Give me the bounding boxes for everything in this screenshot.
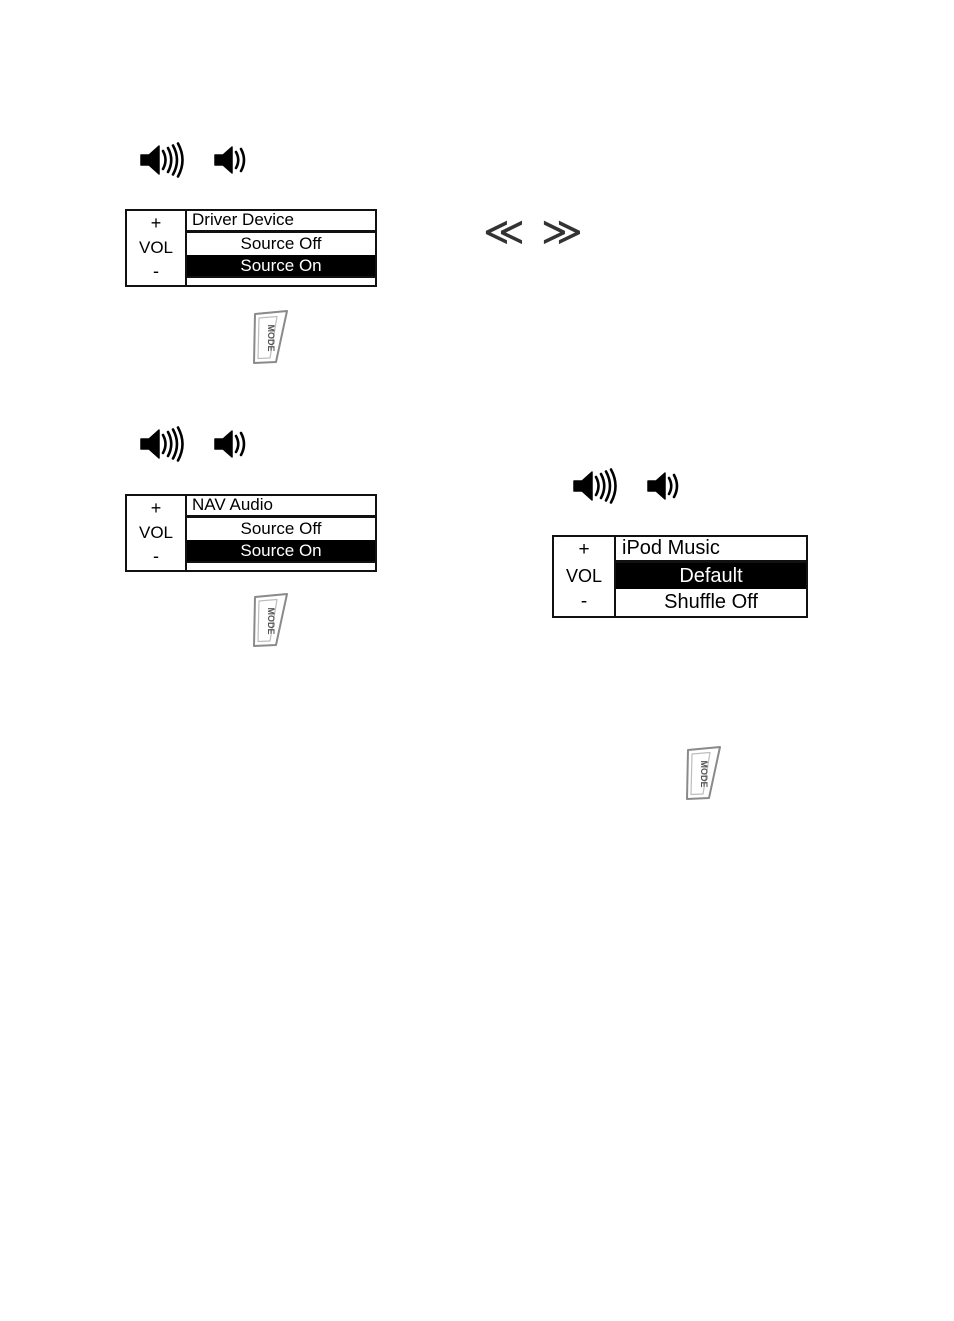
speaker-volume-down-icon[interactable] (644, 468, 684, 504)
display-panel-nav-audio: + VOL - NAV Audio Source Off Source On (125, 494, 377, 572)
display-panel-driver-device: + VOL - Driver Device Source Off Source … (125, 209, 377, 287)
volume-icons-ipod-music (570, 466, 684, 506)
volume-plus-label: + (150, 498, 162, 518)
menu-list: Driver Device Source Off Source On (187, 211, 375, 285)
speaker-volume-up-icon[interactable] (137, 140, 185, 180)
menu-option-source-on[interactable]: Source On (187, 539, 375, 562)
volume-icons-driver-device (137, 140, 251, 180)
mode-button-label: MODE (266, 608, 276, 635)
display-panel-ipod-music: + VOL - iPod Music Default Shuffle Off (552, 535, 808, 618)
menu-option-source-on[interactable]: Source On (187, 254, 375, 277)
mode-button-icon[interactable]: MODE (243, 308, 295, 366)
volume-label: VOL (565, 565, 603, 586)
volume-minus-label: - (580, 591, 588, 613)
menu-empty-row (187, 276, 375, 285)
volume-control-column[interactable]: + VOL - (127, 211, 187, 285)
menu-list: NAV Audio Source Off Source On (187, 496, 375, 570)
seek-back-icon[interactable]: ≪ (483, 212, 525, 252)
volume-control-column[interactable]: + VOL - (127, 496, 187, 570)
volume-minus-label: - (153, 546, 159, 567)
speaker-volume-down-icon[interactable] (211, 426, 251, 462)
menu-title: NAV Audio (187, 496, 375, 518)
seek-forward-icon[interactable]: ≫ (541, 212, 583, 252)
menu-list: iPod Music Default Shuffle Off (616, 537, 806, 616)
mode-button-nav-audio[interactable]: MODE (243, 591, 295, 649)
mode-button-ipod-music[interactable]: MODE (676, 744, 728, 802)
volume-label: VOL (138, 237, 174, 257)
menu-option-default[interactable]: Default (616, 563, 806, 589)
volume-plus-label: + (578, 539, 590, 560)
volume-icons-nav-audio (137, 424, 251, 464)
menu-option-source-off[interactable]: Source Off (187, 233, 375, 255)
volume-control-column[interactable]: + VOL - (554, 537, 616, 616)
speaker-volume-up-icon[interactable] (570, 466, 618, 506)
mode-button-label: MODE (699, 761, 709, 788)
volume-minus-label: - (153, 261, 159, 282)
speaker-volume-down-icon[interactable] (211, 142, 251, 178)
speaker-volume-up-icon[interactable] (137, 424, 185, 464)
volume-plus-label: + (150, 213, 162, 233)
mode-button-icon[interactable]: MODE (676, 744, 728, 802)
menu-option-source-off[interactable]: Source Off (187, 518, 375, 540)
menu-title: Driver Device (187, 211, 375, 233)
mode-button-label: MODE (266, 325, 276, 352)
menu-title: iPod Music (616, 537, 806, 563)
mode-button-driver-device[interactable]: MODE (243, 308, 295, 366)
volume-label: VOL (138, 522, 174, 542)
mode-button-icon[interactable]: MODE (243, 591, 295, 649)
menu-option-shuffle-off[interactable]: Shuffle Off (616, 589, 806, 615)
menu-empty-row (187, 561, 375, 570)
